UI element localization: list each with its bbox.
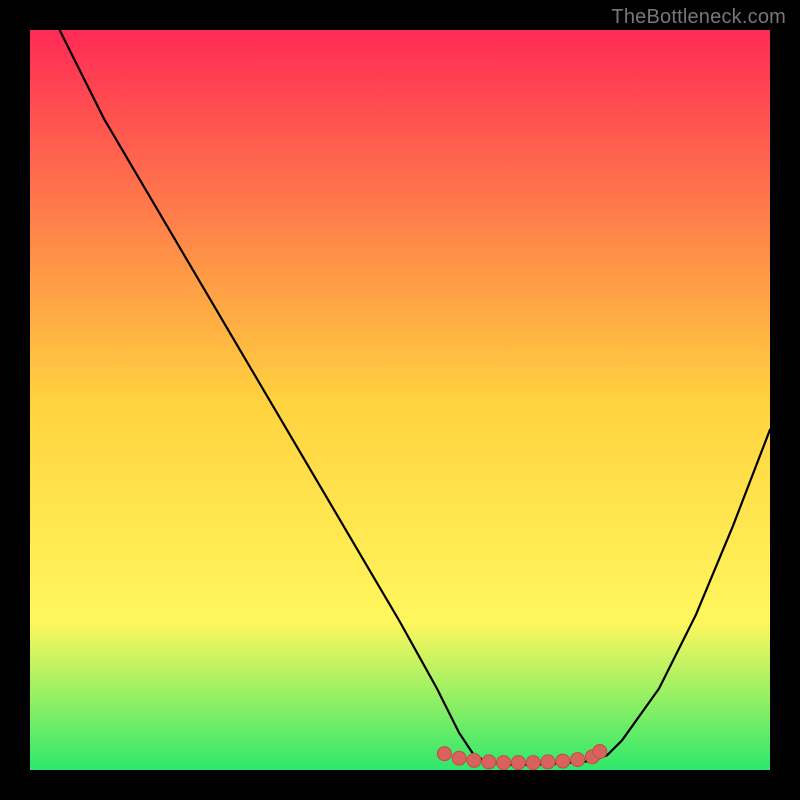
optimum-marker: [571, 753, 585, 767]
optimum-marker: [526, 756, 540, 770]
plot-background: [30, 30, 770, 770]
optimum-marker: [511, 756, 525, 770]
optimum-marker: [482, 755, 496, 769]
optimum-marker: [437, 747, 451, 761]
watermark-label: TheBottleneck.com: [611, 6, 786, 29]
chart-svg: [0, 0, 800, 800]
optimum-marker: [541, 755, 555, 769]
optimum-marker: [467, 753, 481, 767]
chart-container: TheBottleneck.com: [0, 0, 800, 800]
optimum-marker: [452, 751, 466, 765]
optimum-marker: [556, 754, 570, 768]
optimum-marker: [497, 756, 511, 770]
optimum-marker: [593, 745, 607, 759]
